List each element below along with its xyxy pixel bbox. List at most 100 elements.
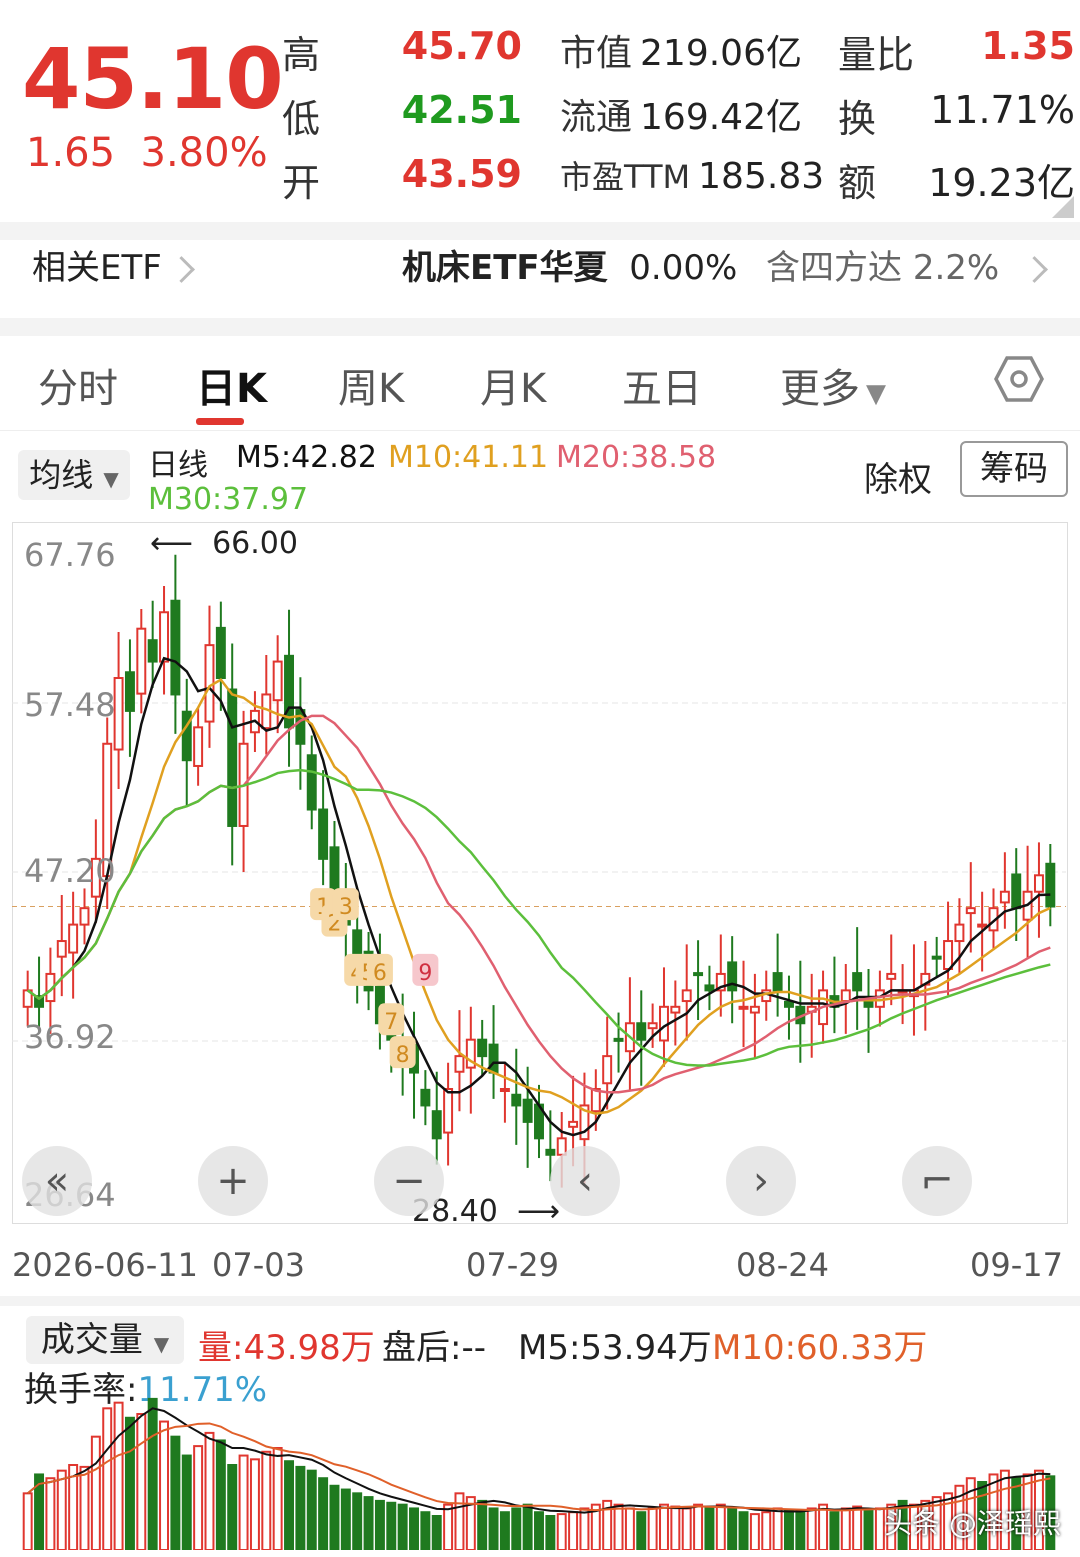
signal-label: 6	[373, 961, 387, 986]
volume-m5: M5:53.94万	[518, 1328, 712, 1368]
pe-value: 185.83	[698, 156, 825, 197]
expand-corner-icon[interactable]	[1052, 196, 1074, 218]
volume-bar	[147, 1397, 158, 1550]
volume-bar	[204, 1431, 215, 1550]
chips-button[interactable]: 筹码	[960, 441, 1068, 497]
candle-body	[931, 955, 942, 960]
divider	[0, 222, 1080, 240]
ma-kind: 日线	[148, 448, 208, 483]
volume-bar	[795, 1511, 806, 1550]
volume-bar	[488, 1507, 499, 1550]
caret-down-icon: ▼	[153, 1332, 170, 1356]
candle-body	[943, 940, 954, 970]
volume-bar	[113, 1401, 124, 1550]
volume-bar	[863, 1509, 874, 1550]
volume-bar	[806, 1507, 817, 1550]
float-label: 流通	[560, 97, 633, 138]
y-tick: 57.48	[24, 686, 116, 724]
volume-bar	[511, 1507, 522, 1550]
chevron-right-icon	[1021, 256, 1049, 283]
volume-bar	[193, 1445, 204, 1550]
open-value: 43.59	[401, 152, 522, 196]
tab-weekly-k[interactable]: 周K	[338, 356, 404, 414]
zoom-in-icon[interactable]: +	[198, 1146, 268, 1216]
candle-body	[318, 808, 329, 860]
ex-right-button[interactable]: 除权	[864, 452, 932, 501]
candle-body	[840, 989, 851, 1003]
x-tick: 08-24	[736, 1246, 829, 1284]
etf-pct: 0.00%	[629, 248, 738, 288]
volume-bar	[431, 1515, 442, 1550]
tab-more[interactable]: 更多 ▼	[780, 356, 886, 414]
volume-bar	[829, 1511, 840, 1550]
divider	[0, 430, 1080, 431]
etf-item[interactable]: 机床ETF华夏 0.00%	[402, 240, 737, 289]
turnover-label: 换	[838, 97, 877, 141]
candle-body	[420, 1088, 431, 1107]
candle-body	[477, 1038, 488, 1058]
tab-monthly-k[interactable]: 月K	[480, 356, 546, 414]
fullscreen-icon[interactable]: ⌐	[902, 1146, 972, 1216]
volume-bar	[704, 1507, 715, 1550]
volume-bar	[420, 1511, 431, 1550]
volume-bar	[136, 1413, 147, 1550]
vr-label: 量比	[838, 33, 915, 77]
candle-body	[227, 688, 238, 827]
high-marker-value: 66.00	[212, 526, 298, 561]
candle-body	[329, 846, 340, 893]
volume-bar	[170, 1435, 181, 1550]
candle-body	[965, 907, 976, 915]
volume-bar	[579, 1507, 590, 1550]
volume-bar	[738, 1511, 749, 1550]
next-icon[interactable]: ›	[726, 1146, 796, 1216]
tab-daily-k[interactable]: 日K	[196, 356, 267, 414]
tab-five-day[interactable]: 五日	[622, 356, 702, 414]
volume-bar	[352, 1492, 363, 1550]
tab-intraday[interactable]: 分时	[38, 356, 118, 414]
zoom-out-icon[interactable]: −	[374, 1146, 444, 1216]
candle-body	[431, 1110, 442, 1140]
volume-bar	[772, 1507, 783, 1550]
candle-body	[670, 1005, 681, 1014]
candle-body	[511, 1093, 522, 1107]
candle-body	[1045, 862, 1056, 908]
holding-pct: 2.2%	[912, 248, 1000, 288]
candle-body	[1011, 873, 1022, 910]
x-tick: 07-29	[466, 1246, 559, 1284]
volume-bar	[613, 1503, 624, 1550]
x-tick: 09-17	[970, 1246, 1063, 1284]
volume-bar	[636, 1511, 647, 1550]
ma-selector-label: 均线	[29, 456, 94, 494]
volume-m10: M10:60.33万	[712, 1328, 928, 1368]
candle-body	[352, 929, 363, 959]
chevron-right-icon	[167, 256, 195, 283]
candle-body	[113, 677, 124, 751]
x-tick: 07-03	[212, 1246, 305, 1284]
tab-more-label: 更多	[780, 366, 860, 412]
volume-bar	[749, 1513, 760, 1550]
volume-bar	[624, 1507, 635, 1550]
low-value: 42.51	[401, 88, 522, 132]
arrow-left-icon: ⟵	[150, 526, 194, 561]
rewind-icon[interactable]: «	[22, 1146, 92, 1216]
price-change: 1.65 3.80%	[26, 130, 268, 176]
volume-selector[interactable]: 成交量 ▼	[26, 1316, 184, 1364]
y-tick: 36.92	[24, 1018, 116, 1056]
prev-icon[interactable]: ‹	[550, 1146, 620, 1216]
related-etf-link[interactable]: 相关ETF	[32, 240, 195, 289]
volume-ma5-line	[27, 1407, 1051, 1514]
ma-m20: M20:38.58	[556, 440, 717, 475]
candle-body	[613, 1037, 624, 1042]
ma20-line	[26, 714, 1051, 1094]
volume-bar	[340, 1488, 351, 1550]
float-value: 169.42亿	[640, 97, 802, 138]
candle-body	[568, 1120, 579, 1128]
candle-body	[863, 1000, 874, 1008]
etf-holding[interactable]: 含四方达 2.2%	[766, 240, 1049, 289]
volume-bar	[568, 1511, 579, 1550]
arrow-right-icon: ⟶	[516, 1194, 560, 1229]
settings-icon[interactable]	[994, 354, 1044, 404]
ma-selector[interactable]: 均线 ▼	[18, 450, 130, 500]
candle-body	[954, 923, 965, 943]
kline-chart[interactable]: 123456789	[12, 522, 1066, 1222]
